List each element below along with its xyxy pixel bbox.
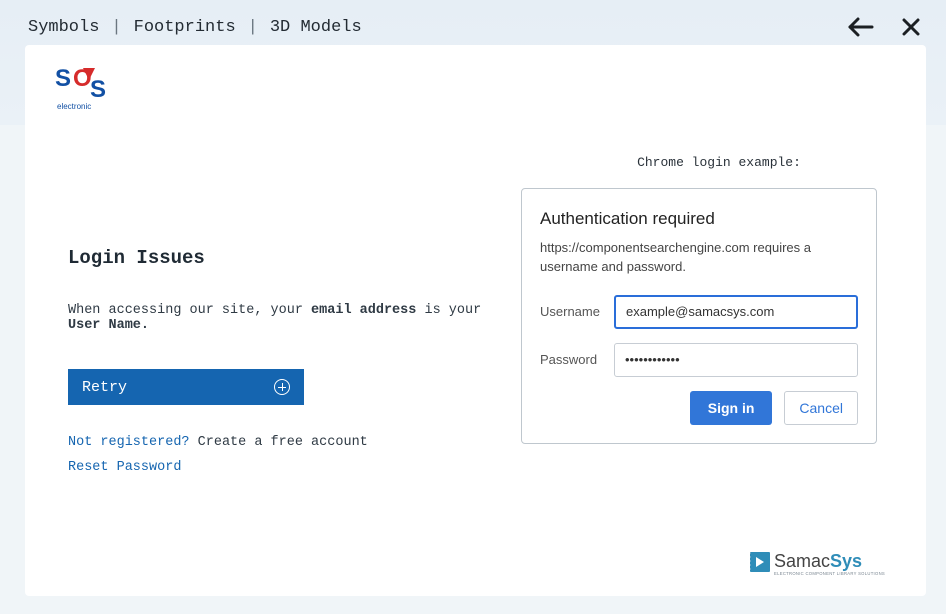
register-row: Not registered? Create a free account xyxy=(68,435,488,450)
auth-dialog-title: Authentication required xyxy=(540,209,858,229)
password-row: Password xyxy=(540,343,858,377)
username-row: Username xyxy=(540,295,858,329)
samacsys-logo: SamacSys ELECTRONIC COMPONENT LIBRARY SO… xyxy=(750,549,900,582)
text-fragment-bold: email address xyxy=(311,303,416,318)
login-issues-section: Login Issues When accessing our site, yo… xyxy=(68,247,488,485)
username-input[interactable] xyxy=(614,295,858,329)
main-panel: S O S electronic Login Issues When acces… xyxy=(25,45,926,596)
tab-3d-models[interactable]: 3D Models xyxy=(270,18,362,37)
tab-symbols[interactable]: Symbols xyxy=(28,18,99,37)
example-caption: Chrome login example: xyxy=(543,155,895,170)
auth-dialog-message: https://componentsearchengine.com requir… xyxy=(540,239,858,277)
tab-separator: | xyxy=(111,18,121,37)
auth-dialog: Authentication required https://componen… xyxy=(521,188,877,444)
text-fragment-bold: User Name. xyxy=(68,318,149,333)
text-fragment: is your xyxy=(416,303,481,318)
back-button[interactable] xyxy=(848,14,874,40)
password-input[interactable] xyxy=(614,343,858,377)
svg-text:SamacSys: SamacSys xyxy=(774,551,862,571)
password-label: Password xyxy=(540,352,614,367)
sos-logo: S O S electronic xyxy=(55,62,123,117)
close-button[interactable] xyxy=(898,14,924,40)
arrow-left-icon xyxy=(848,17,874,37)
login-issues-title: Login Issues xyxy=(68,247,488,269)
svg-text:ELECTRONIC COMPONENT LIBRARY S: ELECTRONIC COMPONENT LIBRARY SOLUTIONS xyxy=(774,571,885,576)
header-tabs: Symbols | Footprints | 3D Models xyxy=(28,18,362,37)
svg-text:electronic: electronic xyxy=(57,102,91,111)
reset-password-link[interactable]: Reset Password xyxy=(68,460,181,475)
cancel-button[interactable]: Cancel xyxy=(784,391,858,425)
reset-row: Reset Password xyxy=(68,460,488,475)
retry-label: Retry xyxy=(82,379,127,396)
close-icon xyxy=(902,18,920,36)
create-account-text: Create a free account xyxy=(198,435,368,450)
svg-text:S: S xyxy=(55,65,71,92)
auth-dialog-actions: Sign in Cancel xyxy=(540,391,858,425)
header-actions xyxy=(848,14,924,40)
svg-text:S: S xyxy=(90,76,106,103)
plus-circle-icon xyxy=(274,379,290,395)
not-registered-link[interactable]: Not registered? xyxy=(68,435,190,450)
tab-footprints[interactable]: Footprints xyxy=(134,18,236,37)
username-label: Username xyxy=(540,304,614,319)
signin-button[interactable]: Sign in xyxy=(690,391,773,425)
example-section: Chrome login example: Authentication req… xyxy=(503,155,895,444)
content-area: Login Issues When accessing our site, yo… xyxy=(68,155,901,576)
retry-button[interactable]: Retry xyxy=(68,369,304,405)
text-fragment: When accessing our site, your xyxy=(68,303,311,318)
login-issues-text: When accessing our site, your email addr… xyxy=(68,303,488,333)
tab-separator: | xyxy=(248,18,258,37)
